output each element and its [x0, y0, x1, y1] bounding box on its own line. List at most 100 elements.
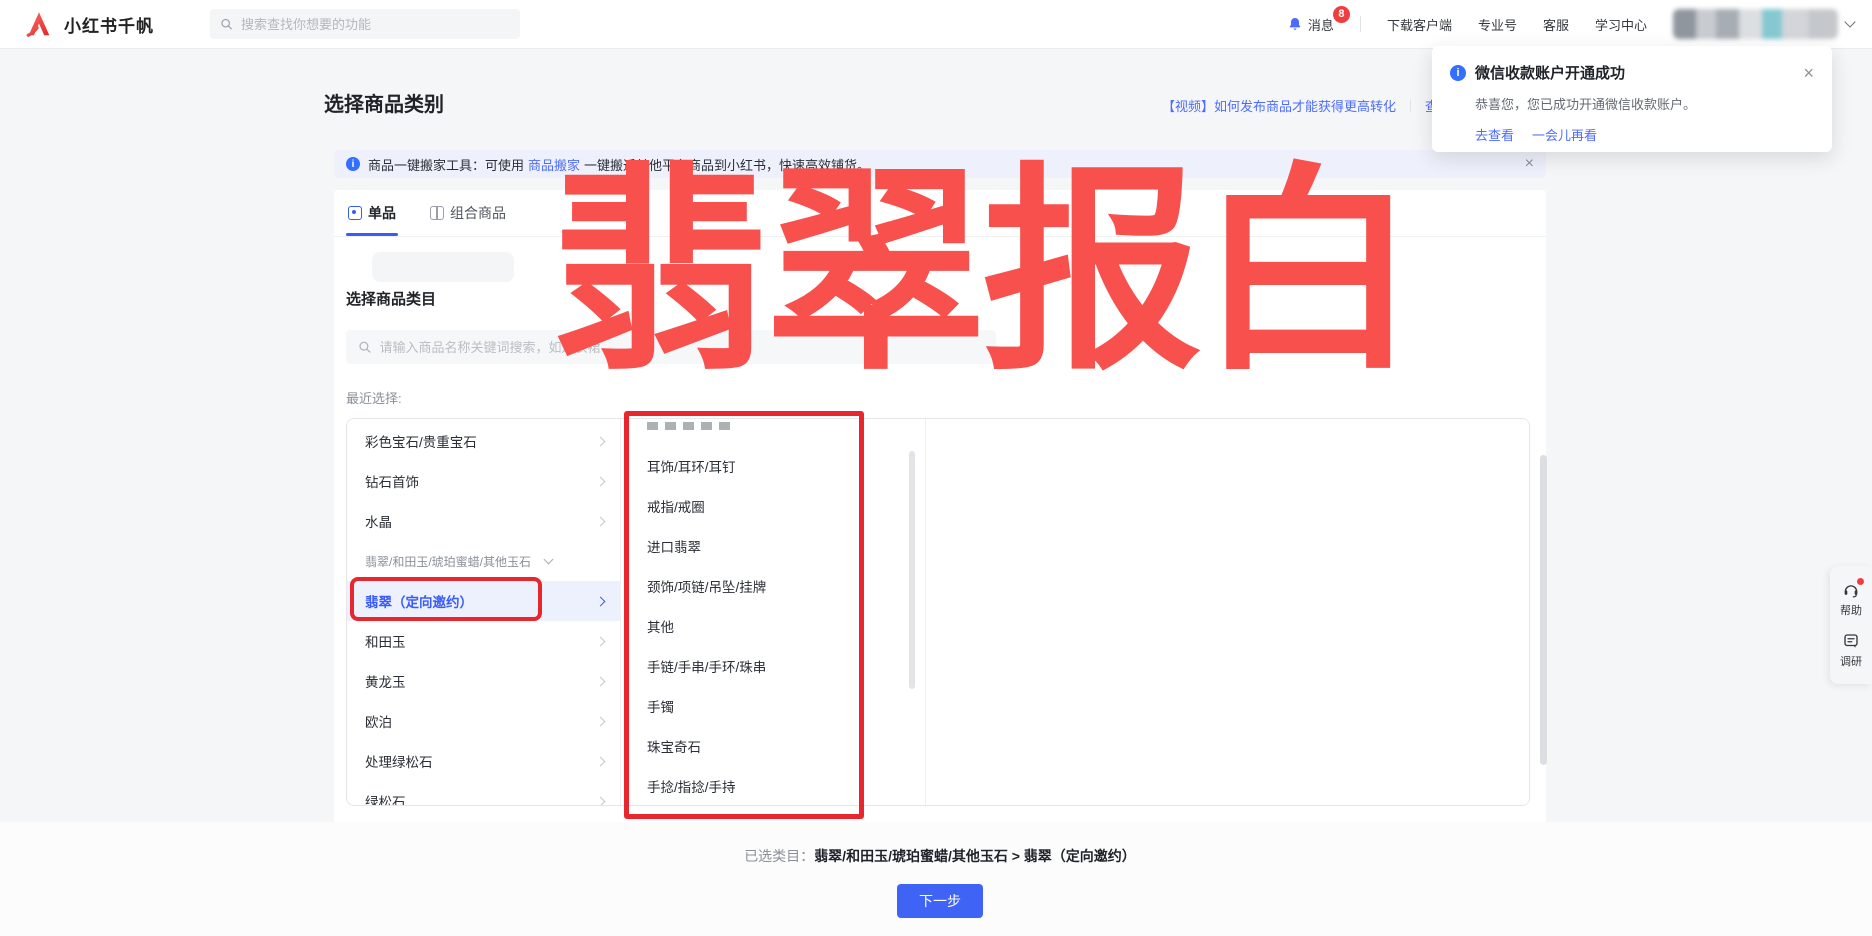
category-item[interactable]: 珠宝奇石 [621, 726, 925, 766]
banner-text-prefix: 商品一键搬家工具：可使用 [368, 155, 524, 174]
clipped-category-partial [647, 422, 733, 430]
user-account-menu[interactable] [1673, 9, 1854, 39]
category-item[interactable]: 绿松石 [347, 781, 620, 805]
category-item[interactable]: 和田玉 [347, 621, 620, 661]
category-item[interactable]: 手链/手串/手环/珠串 [621, 646, 925, 686]
video-help-row: 【视频】如何发布商品才能获得更高转化 ｜ 查 [1162, 96, 1438, 115]
section-title: 选择商品类目 [346, 288, 436, 309]
category-picker: 彩色宝石/贵重宝石 钻石首饰 水晶 翡翠/和田玉/琥珀蜜蜡/其他玉石 翡翠（定向… [346, 418, 1530, 806]
nav-customer-service[interactable]: 客服 [1543, 15, 1569, 34]
messages-badge: 8 [1333, 6, 1350, 23]
category-item[interactable]: 戒指/戒圈 [621, 486, 925, 526]
info-icon: i [1450, 65, 1466, 81]
navbar-left: 小红书千帆 [0, 9, 520, 39]
tab-combo-product[interactable]: 组合商品 [430, 190, 506, 236]
category-item[interactable]: 水晶 [347, 501, 620, 541]
chevron-right-icon [596, 796, 606, 805]
toast-actions: 去查看 一会儿再看 [1475, 125, 1814, 144]
scrolled-partial-element [372, 252, 514, 282]
category-item[interactable]: 进口翡翠 [621, 526, 925, 566]
category-item[interactable]: 欧泊 [347, 701, 620, 741]
user-avatar-censored [1673, 9, 1838, 39]
migration-tool-banner: i 商品一键搬家工具：可使用 商品搬家 一键搬迁其他平台商品到小红书，快速高效铺… [334, 150, 1546, 178]
chevron-right-icon [596, 596, 606, 606]
recent-select-label: 最近选择: [346, 388, 402, 407]
search-icon [220, 17, 233, 31]
tab-label: 组合商品 [450, 203, 506, 223]
nav-download-client[interactable]: 下载客户端 [1387, 15, 1452, 34]
category-item-selected[interactable]: 翡翠（定向邀约） [347, 581, 620, 621]
messages-label: 消息 [1308, 15, 1334, 34]
main-panel: 单品 组合商品 选择商品类目 最近选择: 彩色宝石/贵重宝石 [334, 190, 1546, 822]
nav-professional-account[interactable]: 专业号 [1478, 15, 1517, 34]
help-label: 帮助 [1840, 602, 1862, 618]
level2-scrollbar[interactable] [909, 451, 915, 689]
brand-logo-icon [24, 9, 54, 39]
single-product-icon [348, 206, 362, 220]
category-column-level3-empty [926, 419, 1529, 805]
chevron-right-icon [596, 636, 606, 646]
global-search[interactable] [210, 9, 520, 39]
toast-later-link[interactable]: 一会儿再看 [1532, 125, 1597, 144]
wechat-payment-toast: i 微信收款账户开通成功 × 恭喜您，您已成功开通微信收款账户。 去查看 一会儿… [1432, 46, 1832, 152]
toast-title: 微信收款账户开通成功 [1475, 62, 1625, 83]
toast-header: i 微信收款账户开通成功 × [1450, 62, 1814, 83]
chevron-right-icon [596, 436, 606, 446]
tab-label: 单品 [368, 203, 396, 223]
chevron-right-icon [596, 676, 606, 686]
category-search-input[interactable] [380, 340, 984, 355]
footer-bar: 已选类目：翡翠/和田玉/琥珀蜜蜡/其他玉石 > 翡翠（定向邀约） 下一步 [0, 822, 1872, 936]
category-column-level2: 耳饰/耳环/耳钉 戒指/戒圈 进口翡翠 颈饰/项链/吊坠/挂牌 其他 手链/手串… [621, 419, 926, 805]
selected-category-line: 已选类目：翡翠/和田玉/琥珀蜜蜡/其他玉石 > 翡翠（定向邀约） [334, 846, 1546, 866]
notification-dot [1857, 578, 1864, 585]
screen: 小红书千帆 消息 8 下载客户端 专业号 客服 学 [0, 0, 1872, 936]
chevron-right-icon [596, 476, 606, 486]
banner-migration-link[interactable]: 商品搬家 [528, 155, 580, 174]
help-button[interactable]: 帮助 [1830, 574, 1872, 625]
toast-close-icon[interactable]: × [1803, 64, 1814, 82]
video-link-divider: ｜ [1404, 96, 1417, 115]
page-scrollbar[interactable] [1540, 455, 1547, 765]
toast-body: 恭喜您，您已成功开通微信收款账户。 [1475, 94, 1814, 113]
top-navbar: 小红书千帆 消息 8 下载客户端 专业号 客服 学 [0, 0, 1872, 48]
floating-side-tools: 帮助 调研 [1830, 566, 1872, 684]
banner-text-suffix: 一键搬迁其他平台商品到小红书，快速高效铺货。 [584, 155, 870, 174]
page-title: 选择商品类别 [324, 88, 444, 117]
selected-category-label: 已选类目： [744, 848, 814, 864]
nav-learning-center[interactable]: 学习中心 [1595, 15, 1647, 34]
chevron-right-icon [596, 756, 606, 766]
tab-single-product[interactable]: 单品 [348, 190, 396, 236]
toast-view-link[interactable]: 去查看 [1475, 125, 1514, 144]
category-item[interactable]: 颈饰/项链/吊坠/挂牌 [621, 566, 925, 606]
level2-rows: 耳饰/耳环/耳钉 戒指/戒圈 进口翡翠 颈饰/项链/吊坠/挂牌 其他 手链/手串… [621, 446, 925, 805]
video-help-link[interactable]: 【视频】如何发布商品才能获得更高转化 [1162, 96, 1396, 115]
category-column-level1: 彩色宝石/贵重宝石 钻石首饰 水晶 翡翠/和田玉/琥珀蜜蜡/其他玉石 翡翠（定向… [347, 419, 621, 805]
search-icon [358, 340, 372, 354]
chevron-down-icon [544, 554, 554, 564]
category-group-label[interactable]: 翡翠/和田玉/琥珀蜜蜡/其他玉石 [347, 541, 620, 581]
category-item[interactable]: 手镯 [621, 686, 925, 726]
nav-divider [1360, 16, 1361, 32]
info-icon: i [346, 157, 360, 171]
global-search-input[interactable] [241, 17, 510, 32]
selected-category-path: 翡翠/和田玉/琥珀蜜蜡/其他玉石 > 翡翠（定向邀约） [814, 848, 1136, 864]
category-item[interactable]: 黄龙玉 [347, 661, 620, 701]
category-search[interactable] [346, 330, 996, 364]
chevron-right-icon [596, 716, 606, 726]
survey-button[interactable]: 调研 [1830, 625, 1872, 676]
category-item[interactable]: 处理绿松石 [347, 741, 620, 781]
combo-product-icon [430, 206, 444, 220]
survey-label: 调研 [1840, 653, 1862, 669]
chevron-right-icon [596, 516, 606, 526]
category-item[interactable]: 彩色宝石/贵重宝石 [347, 421, 620, 461]
next-step-button[interactable]: 下一步 [897, 884, 983, 918]
chevron-down-icon [1844, 16, 1855, 27]
banner-close-icon[interactable]: × [1525, 156, 1534, 172]
category-item[interactable]: 手捻/指捻/手持 [621, 766, 925, 805]
tab-bar: 单品 组合商品 [334, 190, 1546, 237]
category-item[interactable]: 其他 [621, 606, 925, 646]
bell-icon [1287, 16, 1303, 32]
messages-button[interactable]: 消息 8 [1287, 15, 1334, 34]
category-item[interactable]: 耳饰/耳环/耳钉 [621, 446, 925, 486]
category-item[interactable]: 钻石首饰 [347, 461, 620, 501]
